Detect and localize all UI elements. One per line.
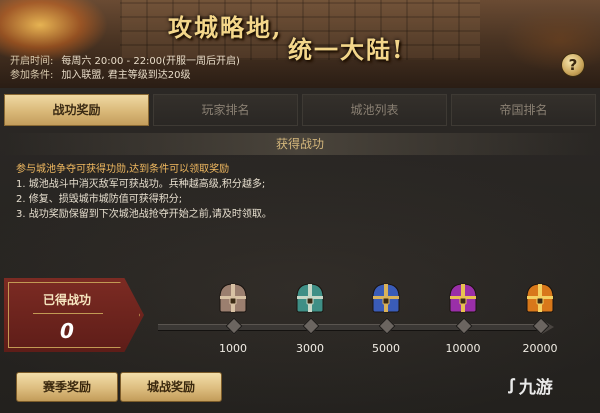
season-reward-button[interactable]: 赛季奖励 — [16, 372, 118, 402]
battle-reward-button[interactable]: 城战奖励 — [120, 372, 222, 402]
chest-icon[interactable] — [366, 278, 406, 318]
earned-divider — [33, 313, 103, 314]
tab-bar: 战功奖励 玩家排名 城池列表 帝国排名 — [4, 94, 596, 126]
open-time-row: 开启时间: 每周六 20:00 - 22:00(开服一周后开启) — [10, 55, 240, 69]
description-rule-1: 1. 城池战斗中消灭敌军可获战功。兵种越高级,积分越多; — [16, 179, 266, 190]
description: 参与城池争夺可获得功勋,达到条件可以领取奖励 1. 城池战斗中消灭敌军可获战功。… — [16, 162, 586, 222]
reward-panel: 战功奖励 玩家排名 城池列表 帝国排名 获得战功 参与城池争夺可获得功勋,达到条… — [0, 88, 600, 413]
milestone-node — [225, 317, 243, 335]
milestone-node — [378, 317, 396, 335]
progress-track — [158, 324, 544, 331]
chest-icon[interactable] — [213, 278, 253, 318]
milestone-node — [302, 317, 320, 335]
chest-icon[interactable] — [520, 278, 560, 318]
question-icon: ? — [568, 56, 578, 74]
help-button[interactable]: ? — [561, 53, 585, 77]
milestone-value-10000: 10000 — [445, 342, 481, 355]
earned-merit-frame: 已得战功 0 — [8, 282, 140, 348]
event-banner: 攻城略地, 统一大陆! 开启时间: 每周六 20:00 - 22:00(开服一周后… — [0, 0, 600, 88]
tab-merit-reward[interactable]: 战功奖励 — [4, 94, 149, 126]
earned-merit-label: 已得战功 — [42, 293, 91, 307]
description-rule-3: 3. 战功奖励保留到下次城池战抢夺开始之前,请及时领取。 — [16, 209, 272, 220]
milestone-value-20000: 20000 — [522, 342, 558, 355]
banner-title-line1: 攻城略地, — [168, 13, 283, 42]
tab-player-ranking[interactable]: 玩家排名 — [153, 94, 298, 126]
chest-icon[interactable] — [290, 278, 330, 318]
brand-watermark: ꭍ 九游 — [508, 374, 598, 400]
brand-logo-icon: ꭍ — [508, 376, 515, 398]
milestone-node — [455, 317, 473, 335]
chest-icon[interactable] — [443, 278, 483, 318]
condition-label: 参加条件: — [10, 70, 54, 81]
milestone-value-5000: 5000 — [372, 342, 400, 355]
open-time-label: 开启时间: — [10, 56, 54, 67]
section-title: 获得战功 — [4, 133, 596, 155]
open-time-value: 每周六 20:00 - 22:00(开服一周后开启) — [61, 56, 240, 67]
banner-info: 开启时间: 每周六 20:00 - 22:00(开服一周后开启) 参加条件: 加入联… — [10, 55, 240, 83]
tab-city-list[interactable]: 城池列表 — [302, 94, 447, 126]
milestone-value-3000: 3000 — [296, 342, 324, 355]
brand-name: 九游 — [518, 378, 553, 398]
milestone-value-1000: 1000 — [219, 342, 247, 355]
description-rule-2: 2. 修复、损毁城市城防值可获得积分; — [16, 194, 183, 205]
tab-empire-ranking[interactable]: 帝国排名 — [451, 94, 596, 126]
condition-row: 参加条件: 加入联盟, 君主等级到达20级 — [10, 69, 240, 83]
banner-title-line2: 统一大陆! — [288, 35, 405, 64]
earned-merit-panel: 已得战功 0 — [4, 278, 144, 352]
condition-value: 加入联盟, 君主等级到达20级 — [61, 70, 191, 81]
earned-merit-value: 0 — [60, 319, 74, 343]
description-intro: 参与城池争夺可获得功勋,达到条件可以领取奖励 — [16, 164, 230, 175]
